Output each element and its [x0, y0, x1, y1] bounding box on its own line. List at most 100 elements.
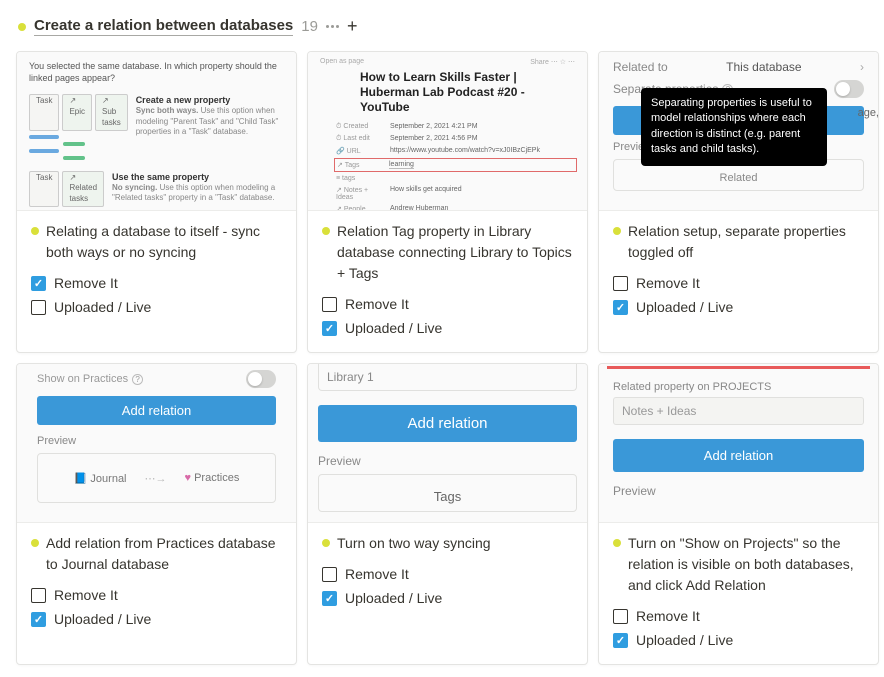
card[interactable]: Library 1 Add relation Preview Tags Turn… [307, 363, 588, 665]
preview-input: Library 1 [318, 364, 577, 391]
more-icon[interactable] [326, 25, 339, 28]
tag-pill: Task [29, 171, 59, 207]
card-body: Turn on "Show on Projects" so the relati… [599, 523, 878, 664]
card[interactable]: Show on Practices ? Add relation Preview… [16, 363, 297, 665]
card-title: Relation Tag property in Library databas… [322, 221, 573, 284]
card-title: Turn on "Show on Projects" so the relati… [613, 533, 864, 596]
card-title: Add relation from Practices database to … [31, 533, 282, 575]
card-title: Relating a database to itself - sync bot… [31, 221, 282, 263]
toggle[interactable] [246, 370, 276, 388]
checkbox[interactable] [613, 609, 628, 624]
card-body: Turn on two way syncing Remove It Upload… [308, 523, 587, 622]
status-dot-icon [613, 539, 621, 547]
card-body: Add relation from Practices database to … [17, 523, 296, 643]
card-title-text: Turn on "Show on Projects" so the relati… [628, 533, 864, 596]
group-title[interactable]: Create a relation between databases [34, 17, 293, 36]
card-title-text: Add relation from Practices database to … [46, 533, 282, 575]
property-label: Remove It [636, 608, 700, 624]
tag-pill: ↗ Epic [62, 94, 92, 130]
preview-text-fragment: age, [858, 107, 878, 119]
checkbox[interactable] [31, 276, 46, 291]
property-label: Remove It [345, 296, 409, 312]
card[interactable]: You selected the same database. In which… [16, 51, 297, 353]
property-remove-it: Remove It [31, 583, 282, 607]
card-title-text: Turn on two way syncing [337, 533, 491, 554]
tag-pill: ↗ Related tasks [62, 171, 104, 207]
group-header: Create a relation between databases 19 + [8, 12, 876, 51]
preview-open-link: Open as page [320, 58, 364, 66]
card-title: Relation setup, separate properties togg… [613, 221, 864, 263]
checkbox[interactable] [31, 588, 46, 603]
property-remove-it: Remove It [322, 292, 573, 316]
checkbox[interactable] [613, 276, 628, 291]
preview-input: Notes + Ideas [613, 397, 864, 425]
card-body: Relation setup, separate properties togg… [599, 211, 878, 331]
checkbox[interactable] [31, 300, 46, 315]
checkbox[interactable] [322, 321, 337, 336]
preview-text: You selected the same database. In which… [29, 60, 284, 84]
property-remove-it: Remove It [613, 271, 864, 295]
card-title: Turn on two way syncing [322, 533, 573, 554]
group-count: 19 [301, 18, 318, 35]
card[interactable]: Related property on PROJECTS Notes + Ide… [598, 363, 879, 665]
preview-option-desc: Sync both ways. Sync both ways. Use this… [136, 106, 284, 137]
property-label: Remove It [54, 275, 118, 291]
preview-db-left: 📘 Journal [74, 472, 127, 485]
add-relation-button[interactable]: Add relation [37, 396, 276, 425]
preview-label: Related to [613, 60, 668, 74]
card[interactable]: Related to This database › Separate prop… [598, 51, 879, 353]
property-remove-it: Remove It [31, 271, 282, 295]
status-dot-icon [18, 23, 26, 31]
add-card-button[interactable]: + [347, 16, 358, 37]
preview-option-title: Create a new property [136, 94, 284, 106]
checkbox[interactable] [322, 297, 337, 312]
preview-db-right: ♥ Practices [185, 472, 240, 484]
property-uploaded-live: Uploaded / Live [322, 316, 573, 340]
property-label: Uploaded / Live [54, 611, 151, 627]
property-label: Remove It [345, 566, 409, 582]
card-body: Relation Tag property in Library databas… [308, 211, 587, 352]
toggle[interactable] [834, 80, 864, 98]
preview-heading: How to Learn Skills Faster | Huberman La… [320, 70, 575, 115]
arrow-right-icon: ⋯→ [145, 472, 167, 485]
chevron-right-icon: › [860, 60, 864, 74]
property-uploaded-live: Uploaded / Live [613, 628, 864, 652]
status-dot-icon [31, 539, 39, 547]
preview-option-desc: No syncing. Use this option when modelin… [112, 183, 284, 204]
checkbox[interactable] [613, 300, 628, 315]
tag-pill: Task [29, 94, 59, 130]
card-preview: Related to This database › Separate prop… [599, 52, 878, 211]
status-dot-icon [31, 227, 39, 235]
info-icon: ? [132, 374, 143, 385]
property-label: Uploaded / Live [345, 590, 442, 606]
status-dot-icon [613, 227, 621, 235]
property-label: Uploaded / Live [345, 320, 442, 336]
preview-option-title: Use the same property [112, 171, 284, 183]
card-title-text: Relation setup, separate properties togg… [628, 221, 864, 263]
property-remove-it: Remove It [613, 604, 864, 628]
preview-label: Related property on PROJECTS [613, 381, 864, 393]
property-label: Remove It [636, 275, 700, 291]
checkbox[interactable] [613, 633, 628, 648]
card-title-text: Relating a database to itself - sync bot… [46, 221, 282, 263]
card-preview: Open as page Share ⋯ ☆ ⋯ How to Learn Sk… [308, 52, 587, 211]
add-relation-button[interactable]: Add relation [613, 439, 864, 472]
preview-label: Show on Practices [37, 373, 128, 385]
checkbox[interactable] [31, 612, 46, 627]
property-remove-it: Remove It [322, 562, 573, 586]
property-label: Uploaded / Live [54, 299, 151, 315]
preview-value: This database [726, 60, 801, 74]
checkbox[interactable] [322, 591, 337, 606]
card-preview: Library 1 Add relation Preview Tags [308, 364, 587, 523]
preview-label: Preview [37, 435, 276, 447]
property-label: Remove It [54, 587, 118, 603]
add-relation-button[interactable]: Add relation [318, 405, 577, 442]
property-uploaded-live: Uploaded / Live [31, 607, 282, 631]
preview-box: Tags [318, 474, 577, 512]
card[interactable]: Open as page Share ⋯ ☆ ⋯ How to Learn Sk… [307, 51, 588, 353]
card-grid: You selected the same database. In which… [8, 51, 876, 665]
property-label: Uploaded / Live [636, 299, 733, 315]
status-dot-icon [322, 227, 330, 235]
tooltip: Separating properties is useful to model… [641, 88, 827, 166]
checkbox[interactable] [322, 567, 337, 582]
